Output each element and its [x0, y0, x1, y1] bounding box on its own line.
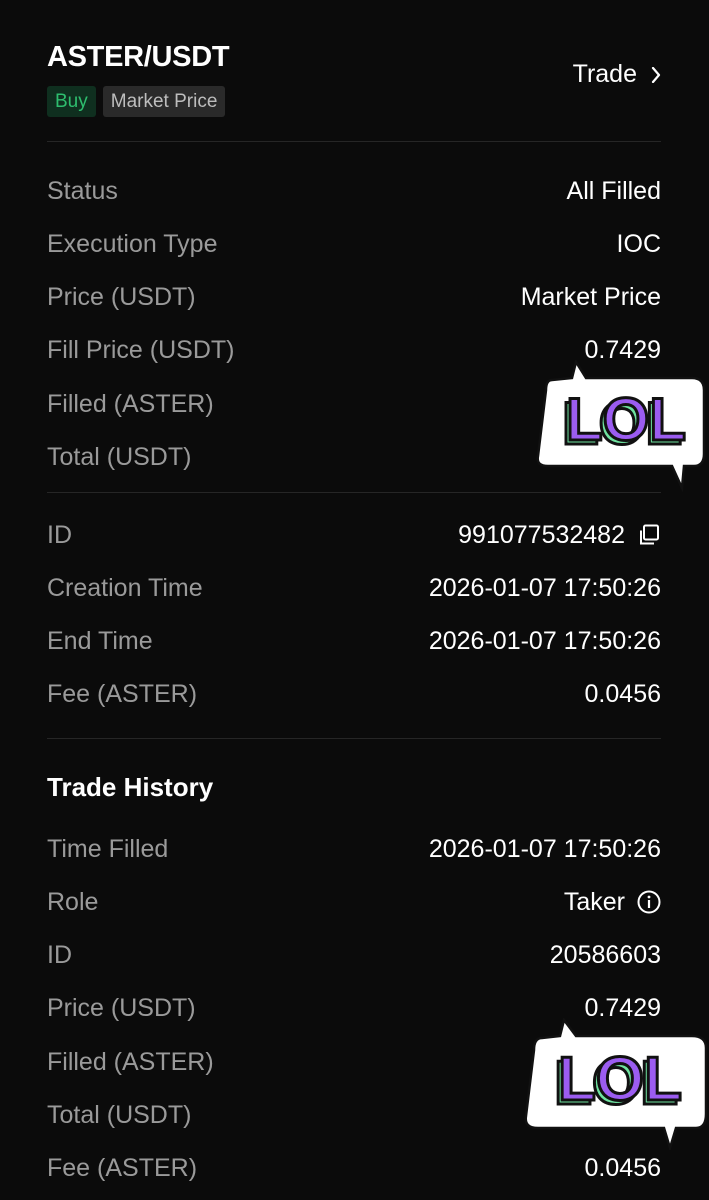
lol-sticker-text-front: LOL — [566, 386, 686, 453]
info-icon[interactable] — [637, 890, 661, 914]
trade-id-row: ID 20586603 — [47, 937, 661, 973]
row-label: ID — [47, 520, 72, 549]
role-value-group: Taker — [564, 888, 661, 917]
time-filled-row: Time Filled 2026-01-07 17:50:26 — [47, 831, 661, 867]
row-label: End Time — [47, 626, 153, 655]
lol-sticker-text-front: LOL — [558, 1045, 682, 1114]
row-label: ID — [47, 940, 72, 969]
execution-type-value: IOC — [616, 229, 661, 258]
fee-value: 0.0456 — [584, 679, 661, 708]
role-value: Taker — [563, 887, 625, 916]
row-label: Fee (ASTER) — [47, 1153, 198, 1182]
row-label: Total (USDT) — [47, 442, 192, 471]
lol-sticker: LOL LOL — [524, 1018, 708, 1150]
chevron-right-icon — [651, 66, 661, 83]
row-label: Execution Type — [47, 229, 218, 258]
trade-fee-row: Fee (ASTER) 0.0456 — [47, 1150, 661, 1186]
order-id-value: 991077532482 — [458, 520, 625, 549]
status-row: Status All Filled — [47, 173, 661, 209]
order-id-value-group: 991077532482 — [458, 521, 661, 550]
copy-icon[interactable] — [637, 523, 661, 547]
trade-fee-value: 0.0456 — [584, 1153, 661, 1182]
row-label: Filled (ASTER) — [47, 1047, 214, 1076]
fee-row: Fee (ASTER) 0.0456 — [47, 676, 661, 712]
lol-sticker: LOL LOL — [536, 360, 706, 492]
divider — [47, 492, 661, 493]
end-time-row: End Time 2026-01-07 17:50:26 — [47, 623, 661, 659]
end-time-value: 2026-01-07 17:50:26 — [428, 626, 661, 655]
trade-history-title: Trade History — [47, 772, 214, 802]
order-detail-panel: ASTER/USDT Buy Market Price Trade Status… — [47, 0, 661, 1182]
execution-type-row: Execution Type IOC — [47, 226, 661, 262]
order-header: ASTER/USDT Buy Market Price Trade — [47, 0, 661, 141]
row-label: Creation Time — [47, 573, 203, 602]
divider — [47, 738, 661, 739]
time-filled-value: 2026-01-07 17:50:26 — [428, 834, 661, 863]
order-id-row: ID 991077532482 — [47, 517, 661, 553]
trade-link-label: Trade — [572, 60, 637, 88]
price-value: Market Price — [520, 282, 661, 311]
trade-link[interactable]: Trade — [573, 60, 661, 89]
order-tags: Buy Market Price — [47, 86, 226, 117]
row-label: Price (USDT) — [47, 993, 196, 1022]
row-label: Filled (ASTER) — [47, 389, 214, 418]
creation-time-value: 2026-01-07 17:50:26 — [428, 573, 661, 602]
role-row: Role Taker — [47, 884, 661, 920]
order-type-badge: Market Price — [102, 86, 226, 117]
row-label: Status — [47, 176, 118, 205]
pair-title: ASTER/USDT — [47, 41, 230, 73]
trade-id-value: 20586603 — [549, 940, 661, 969]
row-label: Time Filled — [47, 834, 169, 863]
price-row: Price (USDT) Market Price — [47, 279, 661, 315]
buy-badge: Buy — [47, 86, 96, 117]
status-value: All Filled — [566, 176, 661, 205]
row-label: Fill Price (USDT) — [47, 335, 235, 364]
row-label: Role — [47, 887, 99, 916]
row-label: Total (USDT) — [47, 1100, 192, 1129]
divider — [47, 141, 661, 142]
creation-time-row: Creation Time 2026-01-07 17:50:26 — [47, 570, 661, 606]
row-label: Fee (ASTER) — [47, 679, 198, 708]
row-label: Price (USDT) — [47, 282, 196, 311]
